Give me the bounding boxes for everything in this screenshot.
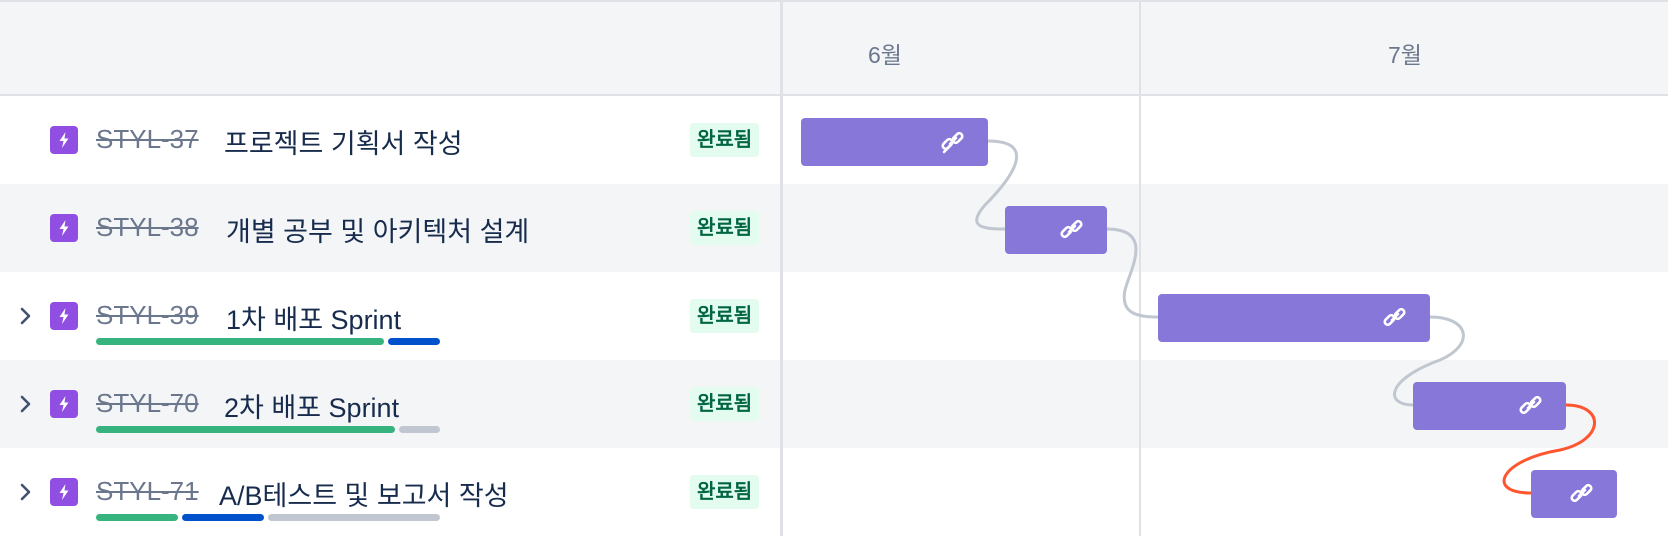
timeline-bar[interactable] [1005,206,1107,254]
roadmap-view: 6월 7월 STYL-37 프로젝트 기획서 작성 완료됨 STYL-38 개별… [0,0,1668,536]
issue-summary[interactable]: A/B테스트 및 보고서 작성 [219,474,509,513]
timeline-bar[interactable] [1158,294,1430,342]
progress-segment-done [96,426,395,433]
issue-summary[interactable]: 프로젝트 기획서 작성 [224,122,463,161]
issue-summary[interactable]: 1차 배포 Sprint [226,298,401,337]
issue-column-divider[interactable] [780,0,783,536]
chevron-right-icon[interactable] [16,306,36,326]
status-badge[interactable]: 완료됨 [690,475,760,509]
issue-summary[interactable]: 개별 공부 및 아키텍처 설계 [226,210,529,249]
progress-segment-todo [398,426,440,433]
child-progress-bar [96,338,440,345]
timeline-header: 6월 7월 [0,0,1668,96]
month-divider [1139,0,1141,536]
status-badge[interactable]: 완료됨 [690,387,760,421]
chevron-right-icon[interactable] [16,482,36,502]
progress-segment-done [96,338,385,345]
chevron-right-icon[interactable] [16,394,36,414]
link-icon[interactable] [1569,482,1595,506]
status-badge[interactable]: 완료됨 [690,299,760,333]
epic-lightning-icon [50,390,78,418]
status-badge[interactable]: 완료됨 [690,123,760,157]
link-icon[interactable] [1518,394,1544,418]
epic-lightning-icon [50,214,78,242]
issue-key[interactable]: STYL-71 [96,476,199,507]
epic-lightning-icon [50,302,78,330]
status-badge[interactable]: 완료됨 [690,211,760,245]
timeline-bar[interactable] [1531,470,1617,518]
child-progress-bar [96,514,440,521]
issue-row[interactable]: STYL-71 A/B테스트 및 보고서 작성 완료됨 [0,448,1668,536]
epic-lightning-icon [50,478,78,506]
issue-key[interactable]: STYL-38 [96,212,199,243]
link-icon[interactable] [940,130,966,154]
timeline-bar[interactable] [1413,382,1566,430]
link-icon[interactable] [1382,306,1408,330]
issue-summary[interactable]: 2차 배포 Sprint [224,386,399,425]
child-progress-bar [96,426,440,433]
progress-segment-in-progress [182,514,264,521]
link-icon[interactable] [1059,218,1085,242]
month-label-july: 7월 [1388,42,1422,68]
issue-key[interactable]: STYL-37 [96,124,199,155]
progress-segment-todo [268,514,440,521]
header-issue-column [0,2,782,98]
timeline-bar[interactable] [801,118,988,166]
epic-lightning-icon [50,126,78,154]
issue-key[interactable]: STYL-70 [96,388,199,419]
progress-segment-done [96,514,178,521]
progress-segment-in-progress [388,338,440,345]
issue-key[interactable]: STYL-39 [96,300,199,331]
month-label-june: 6월 [868,42,902,68]
issue-row[interactable]: STYL-38 개별 공부 및 아키텍처 설계 완료됨 [0,184,1668,272]
